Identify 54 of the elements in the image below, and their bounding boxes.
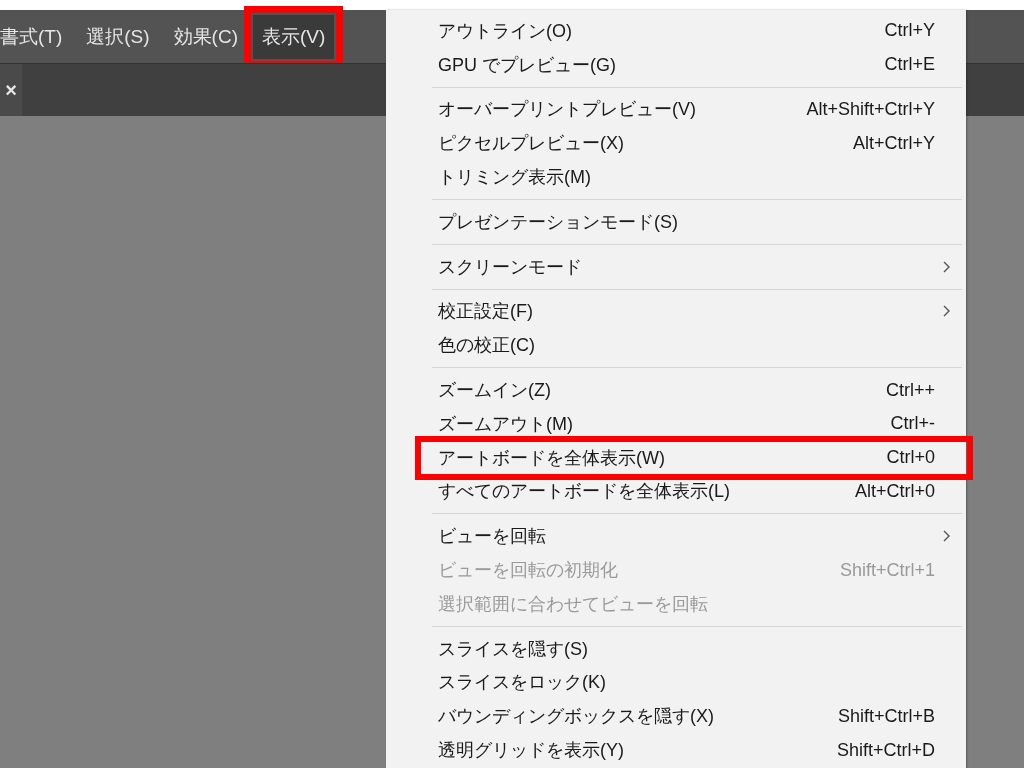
menu-item[interactable]: プレゼンテーションモード(S): [420, 205, 962, 239]
menu-item-label: ビューを回転: [438, 525, 547, 549]
menu-item[interactable]: バウンディングボックスを隠す(X) Shift+Ctrl+B: [420, 699, 962, 734]
menu-item-label: 選択範囲に合わせてビューを回転: [438, 592, 709, 616]
menu-item[interactable]: アウトライン(O) Ctrl+Y: [420, 14, 962, 48]
shortcut-label: Ctrl+0: [885, 447, 935, 469]
shortcut-label: Ctrl+Y: [883, 20, 935, 42]
menu-item-label: バウンディングボックスを隠す(X): [438, 705, 715, 729]
menu-bar-item[interactable]: 効果(C): [164, 14, 247, 59]
shortcut-label: Alt+Shift+Ctrl+Y: [805, 99, 935, 120]
menu-item[interactable]: トリミング表示(M): [420, 160, 962, 194]
menu-item-label: スライスをロック(K): [438, 671, 607, 695]
menu-item-label: スライスを隠す(S): [438, 637, 589, 661]
menu-item[interactable]: 校正設定(F): [420, 294, 962, 329]
menu-item-label: スクリーンモード: [438, 255, 583, 279]
menu-item[interactable]: アートボードを全体表示(W) Ctrl+0: [420, 440, 968, 475]
menu-item-label: アウトライン(O): [438, 19, 573, 43]
menu-item[interactable]: 透明グリッドを表示(Y) Shift+Ctrl+D: [420, 733, 962, 767]
shortcut-label: Ctrl+-: [889, 413, 935, 435]
menu-item[interactable]: 色の校正(C): [420, 328, 962, 363]
menu-item[interactable]: GPU でプレビュー(G) Ctrl+E: [420, 47, 962, 82]
menu-bar-item[interactable]: 選択(S): [77, 14, 159, 59]
shortcut-label: Alt+Ctrl+Y: [851, 132, 935, 154]
menu-item-label: すべてのアートボードを全体表示(L): [438, 480, 731, 504]
menu-item[interactable]: ズームイン(Z) Ctrl++: [420, 373, 962, 407]
menu-item-label: 透明グリッドを表示(Y): [438, 739, 625, 763]
shortcut-label: Shift+Ctrl+B: [836, 705, 935, 727]
document-tab[interactable]: ×: [0, 64, 22, 116]
menu-item-label: ズームイン(Z): [438, 379, 552, 403]
menu-item[interactable]: スライスをロック(K): [420, 665, 962, 700]
close-icon[interactable]: ×: [5, 78, 17, 102]
shortcut-label: Ctrl++: [884, 379, 935, 401]
menu-item[interactable]: オーバープリントプレビュー(V) Alt+Shift+Ctrl+Y: [420, 92, 962, 127]
menu-item-label: トリミング表示(M): [438, 166, 592, 190]
menu-item-label: アートボードを全体表示(W): [438, 446, 666, 470]
menu-bar-item[interactable]: 書式(T): [0, 14, 72, 59]
menu-item-label: オーバープリントプレビュー(V): [438, 98, 697, 122]
menu-item[interactable]: ズームアウト(M) Ctrl+-: [420, 406, 962, 441]
menu-item[interactable]: スライスを隠す(S): [420, 631, 962, 666]
shortcut-label: Alt+Ctrl+0: [853, 480, 935, 502]
shortcut-label: Shift+Ctrl+1: [838, 559, 935, 581]
menu-item-label: 校正設定(F): [438, 300, 534, 324]
shortcut-label: Shift+Ctrl+D: [835, 739, 935, 761]
menu-item-label: プレゼンテーションモード(S): [438, 210, 679, 234]
menu-item-label: ピクセルプレビュー(X): [438, 132, 625, 156]
menu-item-label: ズームアウト(M): [438, 412, 574, 436]
menu-item-label: 色の校正(C): [438, 334, 536, 358]
menu-item[interactable]: すべてのアートボードを全体表示(L) Alt+Ctrl+0: [420, 474, 962, 509]
menu-item[interactable]: ビューを回転: [420, 519, 962, 554]
menu-item[interactable]: スクリーンモード: [420, 249, 962, 284]
menu-item-label: GPU でプレビュー(G): [438, 53, 617, 77]
menu-item-label: ビューを回転の初期化: [438, 559, 619, 583]
menu-item[interactable]: ピクセルプレビュー(X) Alt+Ctrl+Y: [420, 126, 962, 161]
shortcut-label: Ctrl+E: [883, 54, 935, 76]
